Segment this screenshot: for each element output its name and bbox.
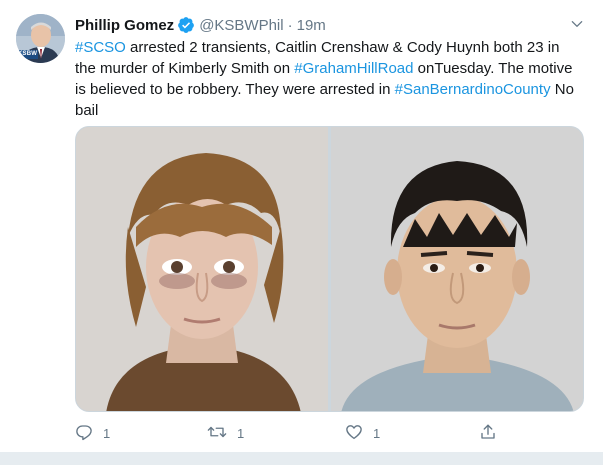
reply-icon: [75, 423, 93, 444]
photo-left[interactable]: [76, 127, 328, 411]
tweet-actions: 1 1 1: [75, 421, 505, 445]
hashtag-link[interactable]: #SanBernardinoCounty: [395, 81, 551, 98]
tweet-text: #SCSO arrested 2 transients, Caitlin Cre…: [75, 37, 575, 121]
hashtag-link[interactable]: #SCSO: [75, 39, 126, 56]
tweet-card[interactable]: KSBW Phillip Gomez @KSBWPhil · 19m #SCSO…: [0, 0, 603, 453]
tweet-header: Phillip Gomez @KSBWPhil · 19m: [75, 14, 326, 36]
hashtag-link[interactable]: #GrahamHillRoad: [294, 60, 413, 77]
heart-icon: [345, 423, 363, 444]
like-button[interactable]: 1: [345, 423, 380, 444]
media-grid: [75, 126, 584, 412]
chevron-down-icon[interactable]: [569, 16, 585, 32]
reply-count: 1: [103, 425, 111, 441]
display-name[interactable]: Phillip Gomez: [75, 17, 174, 34]
retweet-icon: [207, 423, 227, 444]
handle[interactable]: @KSBWPhil: [199, 17, 283, 34]
share-button[interactable]: [479, 423, 497, 444]
verified-badge-icon: [177, 16, 195, 34]
timestamp[interactable]: 19m: [297, 17, 326, 34]
retweet-button[interactable]: 1: [207, 423, 244, 444]
photo-right[interactable]: [331, 127, 583, 411]
avatar[interactable]: KSBW: [16, 14, 65, 63]
share-icon: [479, 423, 497, 444]
avatar-badge-text: KSBW: [18, 51, 38, 57]
separator-dot: ·: [287, 16, 293, 34]
reply-button[interactable]: 1: [75, 423, 110, 444]
retweet-count: 1: [237, 425, 245, 441]
timeline-divider: [0, 453, 603, 465]
like-count: 1: [373, 425, 381, 441]
